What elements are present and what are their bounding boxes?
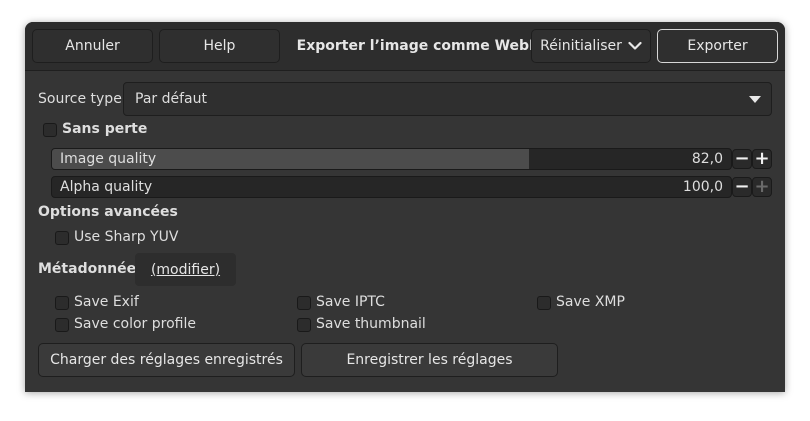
source-type-label: Source type <box>38 91 122 107</box>
export-webp-dialog: Annuler Help Exporter l’image comme WebP… <box>25 22 785 392</box>
save-xmp-label[interactable]: Save XMP <box>556 294 625 310</box>
dropdown-arrow-icon <box>749 96 761 103</box>
lossless-checkbox[interactable] <box>43 123 57 137</box>
sharp-yuv-checkbox[interactable] <box>55 231 69 245</box>
save-thumbnail-label[interactable]: Save thumbnail <box>316 316 426 332</box>
chevron-down-icon <box>628 41 642 50</box>
cancel-button[interactable]: Annuler <box>32 29 153 63</box>
source-type-select[interactable]: Par défaut <box>123 82 772 116</box>
alpha-quality-increase-button[interactable]: + <box>752 177 772 197</box>
reset-button[interactable]: Réinitialiser <box>531 29 651 63</box>
image-quality-value[interactable]: 82,0 <box>692 149 723 169</box>
image-quality-increase-button[interactable]: + <box>752 149 772 169</box>
advanced-options-heading: Options avancées <box>38 204 178 220</box>
export-button[interactable]: Exporter <box>657 29 778 63</box>
source-type-value: Par défaut <box>135 91 207 107</box>
save-exif-checkbox[interactable] <box>55 296 69 310</box>
lossless-label[interactable]: Sans perte <box>62 121 147 137</box>
image-quality-slider[interactable]: Image quality 82,0 <box>51 148 732 170</box>
save-exif-label[interactable]: Save Exif <box>74 294 139 310</box>
help-button[interactable]: Help <box>159 29 280 63</box>
sharp-yuv-label[interactable]: Use Sharp YUV <box>74 229 178 245</box>
image-quality-decrease-button[interactable]: − <box>732 149 752 169</box>
load-saved-settings-button[interactable]: Charger des réglages enregistrés <box>38 343 295 377</box>
save-thumbnail-checkbox[interactable] <box>297 318 311 332</box>
alpha-quality-slider[interactable]: Alpha quality 100,0 <box>51 176 732 198</box>
alpha-quality-decrease-button[interactable]: − <box>732 177 752 197</box>
dialog-title: Exporter l’image comme WebP <box>296 38 540 54</box>
alpha-quality-label: Alpha quality <box>60 179 153 195</box>
reset-button-label: Réinitialiser <box>540 38 622 54</box>
metadata-modify-link[interactable]: (modifier) <box>135 253 236 286</box>
save-iptc-checkbox[interactable] <box>297 296 311 310</box>
save-xmp-checkbox[interactable] <box>537 296 551 310</box>
save-color-profile-checkbox[interactable] <box>55 318 69 332</box>
metadata-heading: Métadonnées <box>38 261 145 277</box>
save-color-profile-label[interactable]: Save color profile <box>74 316 196 332</box>
image-quality-label: Image quality <box>60 151 157 167</box>
save-iptc-label[interactable]: Save IPTC <box>316 294 385 310</box>
dialog-header: Annuler Help Exporter l’image comme WebP… <box>25 22 785 71</box>
save-settings-button[interactable]: Enregistrer les réglages <box>301 343 558 377</box>
alpha-quality-value[interactable]: 100,0 <box>683 177 723 197</box>
